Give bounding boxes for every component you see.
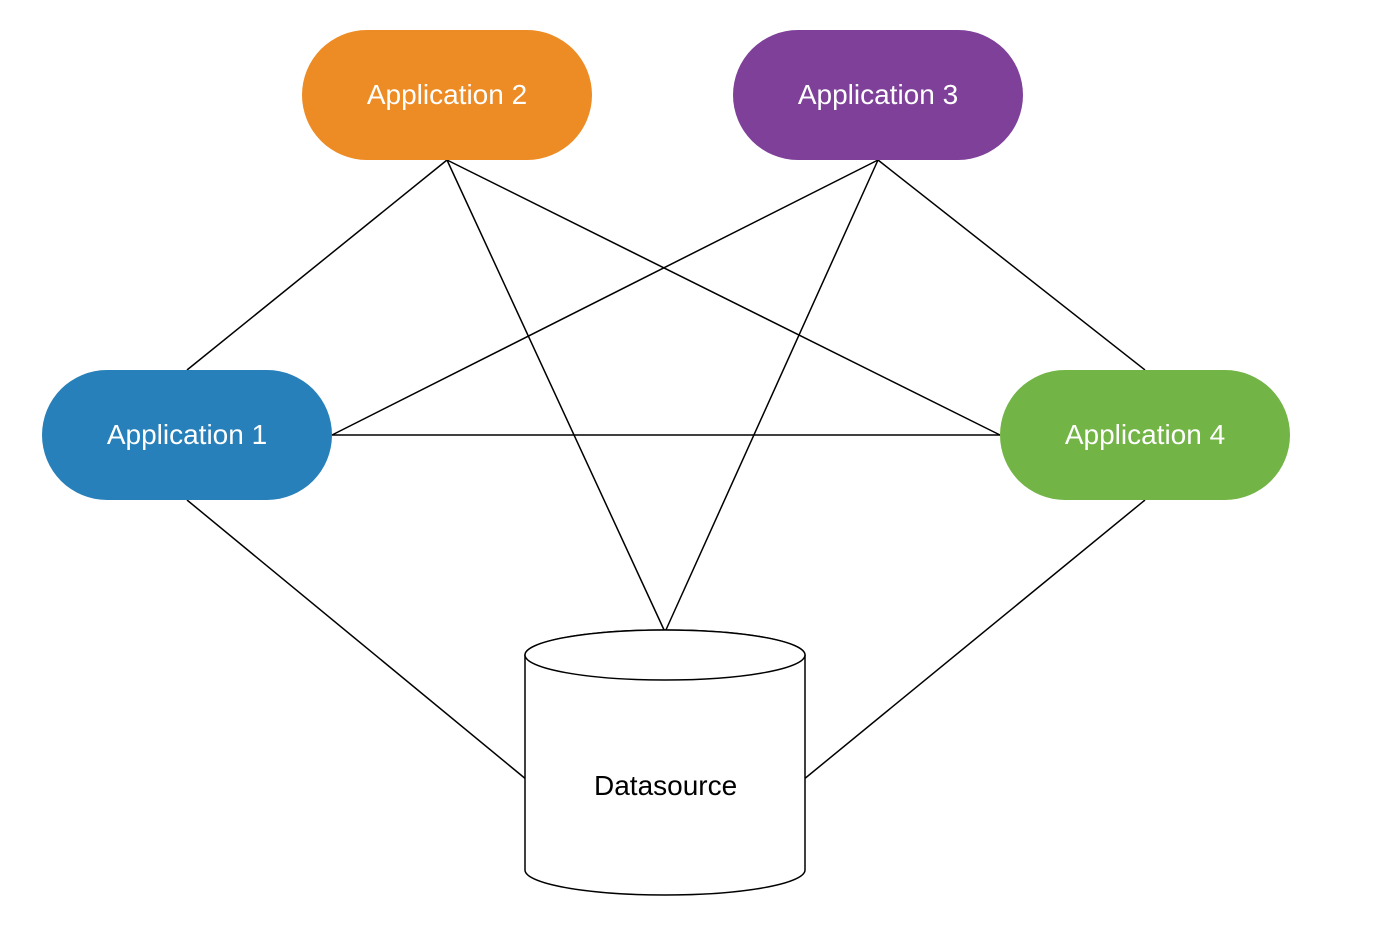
node-label: Application 4 (1065, 419, 1225, 451)
node-application-4: Application 4 (1000, 370, 1290, 500)
datasource-cylinder (525, 630, 805, 895)
node-label: Application 2 (367, 79, 527, 111)
node-application-2: Application 2 (302, 30, 592, 160)
node-application-3: Application 3 (733, 30, 1023, 160)
node-datasource-label: Datasource (594, 770, 737, 802)
node-label: Application 3 (798, 79, 958, 111)
node-application-1: Application 1 (42, 370, 332, 500)
node-label: Application 1 (107, 419, 267, 451)
